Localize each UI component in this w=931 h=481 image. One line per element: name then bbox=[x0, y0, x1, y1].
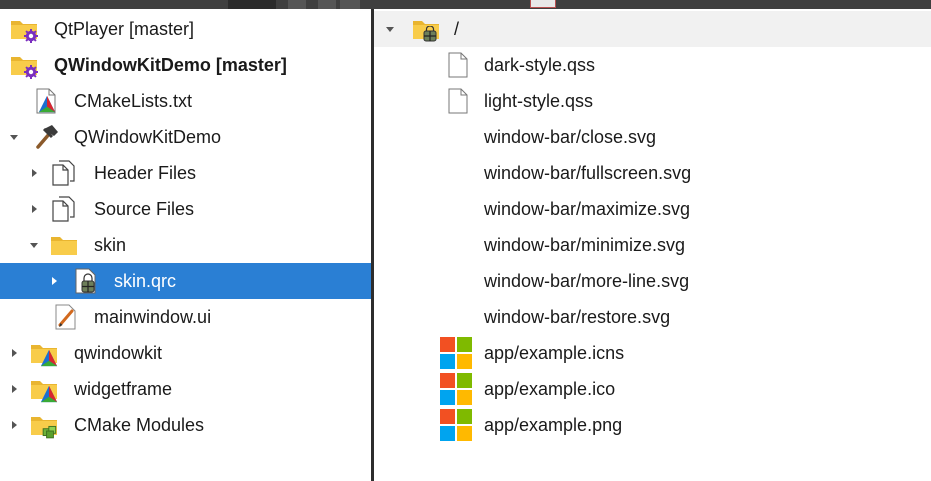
cmake-folder-icon bbox=[30, 339, 58, 367]
resource-file-label: app/example.png bbox=[484, 415, 623, 435]
tree-item-label: qwindowkit bbox=[74, 343, 163, 363]
toolbar-segment bbox=[340, 0, 360, 9]
tree-item-label: QWindowKitDemo [master] bbox=[54, 55, 287, 75]
resource-file[interactable]: light-style.qss bbox=[374, 83, 931, 119]
expand-arrow-right-icon[interactable] bbox=[8, 383, 20, 395]
cmake-folder-icon bbox=[30, 375, 58, 403]
expand-arrow-right-icon[interactable] bbox=[48, 275, 60, 287]
resource-file-label: window-bar/maximize.svg bbox=[484, 199, 691, 219]
project-folder-gear-icon bbox=[10, 15, 38, 43]
resource-file[interactable]: window-bar/close.svg bbox=[374, 119, 931, 155]
expand-arrow-right-icon[interactable] bbox=[28, 167, 40, 179]
tree-item-qwindowkit[interactable]: qwindowkit bbox=[0, 335, 371, 371]
toolbar-segment bbox=[228, 0, 276, 9]
source-files-icon bbox=[50, 195, 78, 223]
modules-folder-icon bbox=[30, 411, 58, 439]
resource-file-label: window-bar/close.svg bbox=[484, 127, 657, 147]
resource-file-label: app/example.icns bbox=[484, 343, 625, 363]
resource-file[interactable]: window-bar/restore.svg bbox=[374, 299, 931, 335]
resource-file[interactable]: window-bar/minimize.svg bbox=[374, 227, 931, 263]
resource-file-label: dark-style.qss bbox=[484, 55, 596, 75]
resource-view[interactable]: / dark-style.qss light-style.qss window-… bbox=[374, 9, 931, 481]
hammer-icon bbox=[32, 123, 60, 151]
resource-file-label: window-bar/fullscreen.svg bbox=[484, 163, 692, 183]
tree-item-qwindowkitdemo-target[interactable]: QWindowKitDemo bbox=[0, 119, 371, 155]
expand-arrow-right-icon[interactable] bbox=[8, 347, 20, 359]
folder-icon bbox=[50, 231, 78, 259]
top-toolbar-strip bbox=[0, 0, 931, 9]
stylesheet-file-icon bbox=[444, 51, 472, 79]
resource-prefix-root[interactable]: / bbox=[374, 11, 931, 47]
resource-file[interactable]: window-bar/more-line.svg bbox=[374, 263, 931, 299]
tree-item-skin[interactable]: skin bbox=[0, 227, 371, 263]
resource-file[interactable]: app/example.icns bbox=[374, 335, 931, 371]
tree-item-label: widgetframe bbox=[74, 379, 173, 399]
tree-item-label: QWindowKitDemo bbox=[74, 127, 222, 147]
tree-item-widgetframe[interactable]: widgetframe bbox=[0, 371, 371, 407]
resource-file[interactable]: window-bar/fullscreen.svg bbox=[374, 155, 931, 191]
tree-item-label: Source Files bbox=[94, 199, 195, 219]
expand-arrow-down-icon[interactable] bbox=[8, 131, 20, 143]
expand-arrow-down-icon[interactable] bbox=[28, 239, 40, 251]
resource-file[interactable]: dark-style.qss bbox=[374, 47, 931, 83]
resource-file-icon bbox=[72, 267, 100, 295]
ui-form-file-icon bbox=[52, 303, 80, 331]
tree-item-cmakelists[interactable]: CMakeLists.txt bbox=[0, 83, 371, 119]
resource-file-label: window-bar/minimize.svg bbox=[484, 235, 686, 255]
toolbar-segment bbox=[318, 0, 336, 9]
resource-file-label: app/example.ico bbox=[484, 379, 616, 399]
tree-item-label: CMake Modules bbox=[74, 415, 205, 435]
tree-item-label: Header Files bbox=[94, 163, 197, 183]
resource-file-label: light-style.qss bbox=[484, 91, 594, 111]
image-file-icon bbox=[440, 337, 472, 369]
toolbar-segment bbox=[288, 0, 306, 9]
tree-item-label: skin.qrc bbox=[114, 271, 177, 291]
tree-item-label: skin bbox=[94, 235, 127, 255]
tree-item-label: QtPlayer [master] bbox=[54, 19, 195, 39]
resource-file[interactable]: window-bar/maximize.svg bbox=[374, 191, 931, 227]
tree-item-qtplayer[interactable]: QtPlayer [master] bbox=[0, 11, 371, 47]
expand-arrow-right-icon[interactable] bbox=[8, 419, 20, 431]
resource-file[interactable]: app/example.png bbox=[374, 407, 931, 443]
resource-file-label: window-bar/restore.svg bbox=[484, 307, 671, 327]
tree-item-cmake-modules[interactable]: CMake Modules bbox=[0, 407, 371, 443]
expand-arrow-down-icon[interactable] bbox=[384, 23, 396, 35]
cmake-file-icon bbox=[32, 87, 60, 115]
tree-item-header-files[interactable]: Header Files bbox=[0, 155, 371, 191]
resource-prefix-label: / bbox=[454, 19, 460, 39]
tree-item-qwindowkitdemo-project[interactable]: QWindowKitDemo [master] bbox=[0, 47, 371, 83]
expand-arrow-right-icon[interactable] bbox=[28, 203, 40, 215]
image-file-icon bbox=[440, 409, 472, 441]
header-files-icon bbox=[50, 159, 78, 187]
tree-item-skin-qrc[interactable]: skin.qrc bbox=[0, 263, 371, 299]
resource-file[interactable]: app/example.ico bbox=[374, 371, 931, 407]
resource-file-label: window-bar/more-line.svg bbox=[484, 271, 690, 291]
toolbar-tab-edge bbox=[530, 0, 556, 8]
tree-item-mainwindow-ui[interactable]: mainwindow.ui bbox=[0, 299, 371, 335]
tree-item-label: CMakeLists.txt bbox=[74, 91, 193, 111]
resource-prefix-folder-icon bbox=[412, 15, 440, 43]
tree-item-label: mainwindow.ui bbox=[94, 307, 212, 327]
tree-item-source-files[interactable]: Source Files bbox=[0, 191, 371, 227]
stylesheet-file-icon bbox=[444, 87, 472, 115]
project-tree[interactable]: QtPlayer [master] QWindowKitDemo [master… bbox=[0, 9, 371, 481]
project-folder-gear-icon bbox=[10, 51, 38, 79]
image-file-icon bbox=[440, 373, 472, 405]
